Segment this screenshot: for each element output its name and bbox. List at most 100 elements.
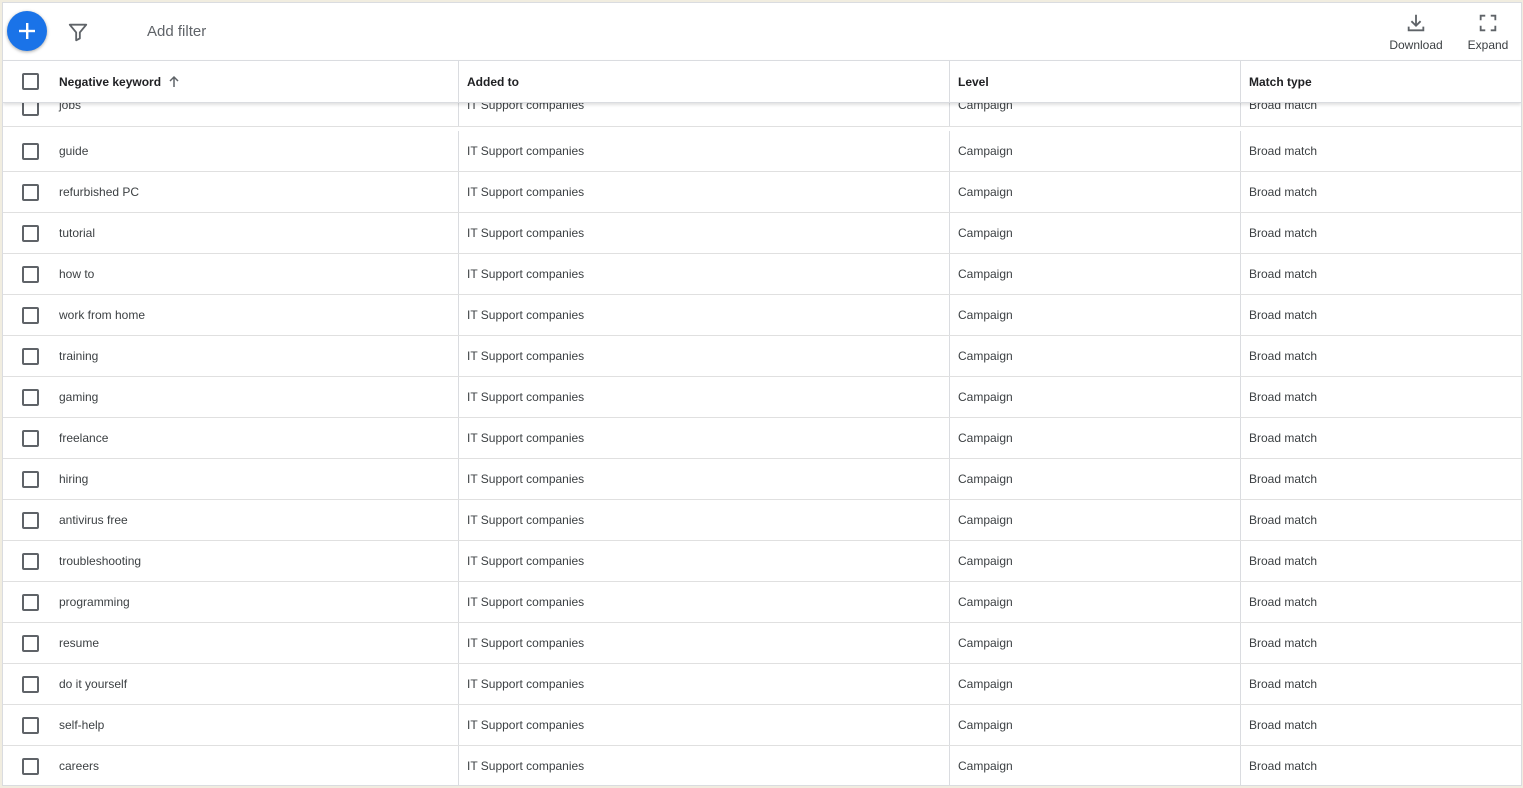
row-checkbox[interactable]	[22, 347, 39, 365]
added-to-text: IT Support companies	[467, 226, 585, 240]
level-text: Campaign	[958, 185, 1013, 199]
added-to-text: IT Support companies	[467, 431, 585, 445]
level-cell: Campaign	[949, 746, 1240, 785]
level-text: Campaign	[958, 513, 1013, 527]
table-row[interactable]: training IT Support companies Campaign Broa…	[3, 336, 1521, 377]
row-select-cell	[3, 541, 58, 581]
keyword-cell: training	[58, 336, 457, 376]
table-row[interactable]: refurbished PC IT Support companies Campai…	[3, 172, 1521, 213]
level-text: Campaign	[958, 472, 1013, 486]
level-cell: Campaign	[949, 336, 1240, 376]
row-checkbox[interactable]	[22, 224, 39, 242]
keyword-cell: antivirus free	[58, 500, 457, 540]
add-button[interactable]	[7, 11, 47, 51]
row-checkbox[interactable]	[22, 552, 39, 570]
keyword-cell: freelance	[58, 418, 457, 458]
table-row[interactable]: self-help IT Support companies Campaign Bro…	[3, 705, 1521, 746]
row-checkbox[interactable]	[22, 388, 39, 406]
keyword-cell: how to	[58, 254, 457, 294]
table-row[interactable]: hiring IT Support companies Campaign Broad …	[3, 459, 1521, 500]
added-to-cell: IT Support companies	[458, 254, 947, 294]
match-type-text: Broad match	[1249, 595, 1318, 609]
added-to-cell: IT Support companies	[458, 582, 947, 622]
table-row[interactable]: how to IT Support companies Campaign Broad …	[3, 254, 1521, 295]
match-type-cell: Broad match	[1240, 254, 1519, 294]
keyword-cell: work from home	[58, 295, 457, 335]
table-row[interactable]: resume IT Support companies Campaign Broad …	[3, 623, 1521, 664]
row-checkbox[interactable]	[22, 634, 39, 652]
level-cell: Campaign	[949, 418, 1240, 458]
added-to-text: IT Support companies	[467, 185, 585, 199]
added-to-cell: IT Support companies	[458, 623, 947, 663]
row-select-cell	[3, 705, 58, 745]
table-row[interactable]: antivirus free IT Support companies Campai…	[3, 500, 1521, 541]
keyword-text: training	[59, 349, 99, 363]
match-type-cell: Broad match	[1240, 746, 1519, 785]
expand-button[interactable]: Expand	[1463, 12, 1513, 52]
added-to-text: IT Support companies	[467, 636, 585, 650]
keyword-text: tutorial	[59, 226, 96, 240]
table-row[interactable]: programming IT Support companies Campaign B…	[3, 582, 1521, 623]
row-checkbox[interactable]	[22, 306, 39, 324]
added-to-text: IT Support companies	[467, 390, 585, 404]
filter-icon[interactable]	[67, 21, 89, 43]
row-checkbox[interactable]	[22, 265, 39, 283]
column-header-level[interactable]: Level	[949, 61, 1240, 102]
row-checkbox[interactable]	[22, 470, 39, 488]
level-cell: Campaign	[949, 664, 1240, 704]
table-row[interactable]: freelance IT Support companies Campaign Bro…	[3, 418, 1521, 459]
row-checkbox[interactable]	[22, 716, 39, 734]
level-text: Campaign	[958, 677, 1013, 691]
column-header-added-to[interactable]: Added to	[458, 61, 947, 102]
match-type-text: Broad match	[1249, 554, 1318, 568]
column-header-keyword[interactable]: Negative keyword	[58, 61, 457, 102]
column-header-added-to-label: Added to	[467, 74, 519, 89]
expand-label: Expand	[1467, 38, 1509, 52]
match-type-cell: Broad match	[1240, 336, 1519, 376]
match-type-cell: Broad match	[1240, 541, 1519, 581]
row-checkbox[interactable]	[22, 142, 39, 160]
added-to-cell: IT Support companies	[458, 541, 947, 581]
keyword-text: programming	[59, 595, 130, 609]
column-header-keyword-label: Negative keyword	[59, 74, 162, 89]
match-type-text: Broad match	[1249, 431, 1318, 445]
level-cell: Campaign	[949, 459, 1240, 499]
negative-keywords-panel: Add filter Download Expand Negative keyw…	[2, 2, 1522, 786]
added-to-cell: IT Support companies	[458, 746, 947, 785]
table-row[interactable]: do it yourself IT Support companies Campai…	[3, 664, 1521, 705]
download-button[interactable]: Download	[1383, 12, 1449, 52]
sort-ascending-icon[interactable]	[167, 75, 181, 89]
row-checkbox[interactable]	[22, 593, 39, 611]
match-type-text: Broad match	[1249, 390, 1318, 404]
keyword-cell: troubleshooting	[58, 541, 457, 581]
table-row[interactable]: work from home IT Support companies Campai…	[3, 295, 1521, 336]
level-cell: Campaign	[949, 582, 1240, 622]
match-type-text: Broad match	[1249, 267, 1318, 281]
level-cell: Campaign	[949, 623, 1240, 663]
added-to-cell: IT Support companies	[458, 336, 947, 376]
table-row[interactable]: tutorial IT Support companies Campaign Broa…	[3, 213, 1521, 254]
keyword-cell: refurbished PC	[58, 172, 457, 212]
keyword-text: hiring	[59, 472, 89, 486]
keyword-text: self-help	[59, 718, 105, 732]
added-to-text: IT Support companies	[467, 513, 585, 527]
table-toolbar: Add filter Download Expand	[3, 3, 1521, 61]
match-type-text: Broad match	[1249, 349, 1318, 363]
table-row[interactable]: troubleshooting IT Support companies Campa…	[3, 541, 1521, 582]
row-select-cell	[3, 377, 58, 417]
row-checkbox[interactable]	[22, 757, 39, 775]
row-checkbox[interactable]	[22, 429, 39, 447]
added-to-cell: IT Support companies	[458, 213, 947, 253]
add-filter-input[interactable]: Add filter	[147, 23, 206, 40]
table-row[interactable]: careers IT Support companies Campaign Broad…	[3, 746, 1521, 785]
row-checkbox[interactable]	[22, 183, 39, 201]
select-all-checkbox[interactable]	[22, 73, 39, 90]
table-row[interactable]: guide IT Support companies Campaign Broad m…	[3, 131, 1521, 172]
table-row[interactable]: gaming IT Support companies Campaign Broad …	[3, 377, 1521, 418]
row-checkbox[interactable]	[22, 511, 39, 529]
column-header-match-type[interactable]: Match type	[1240, 61, 1519, 102]
match-type-cell: Broad match	[1240, 295, 1519, 335]
row-checkbox[interactable]	[22, 675, 39, 693]
match-type-cell: Broad match	[1240, 582, 1519, 622]
keyword-text: do it yourself	[59, 677, 128, 691]
